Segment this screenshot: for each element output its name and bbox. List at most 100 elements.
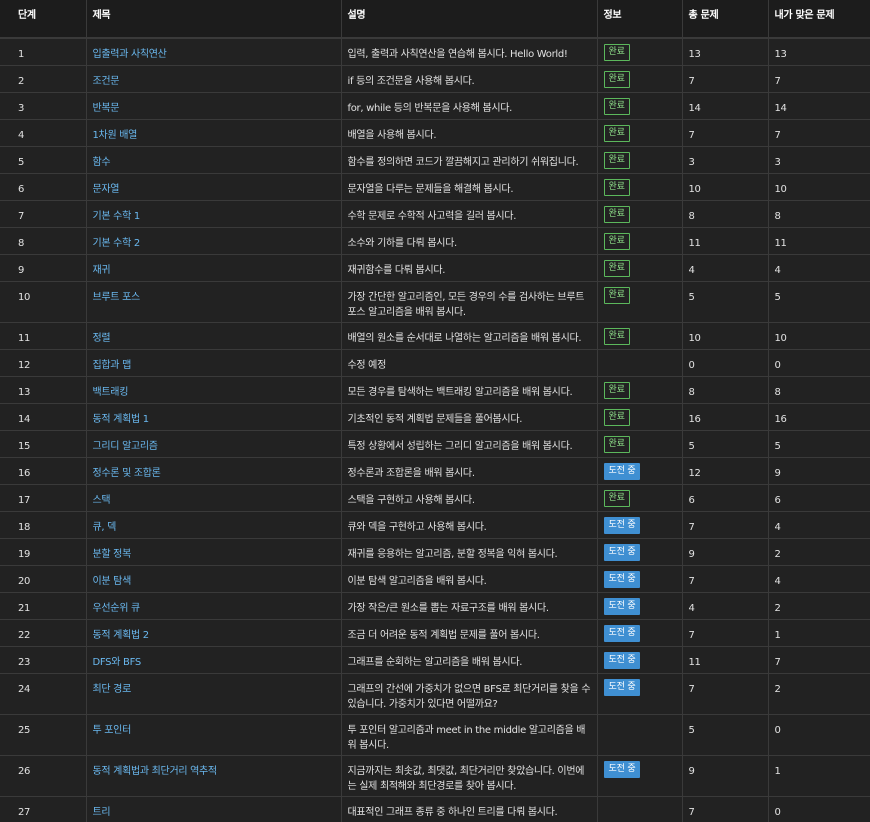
step-title-cell: 동적 계획법과 최단거리 역추적 bbox=[86, 755, 342, 797]
step-description: 배열의 원소를 순서대로 나열하는 알고리즘을 배워 봅시다. bbox=[341, 322, 598, 350]
header-step: 단계 bbox=[0, 0, 87, 39]
solved-problems: 4 bbox=[768, 254, 870, 282]
step-status: 도전 중 bbox=[597, 538, 683, 566]
step-title-cell: 입출력과 사칙연산 bbox=[86, 38, 342, 66]
step-title-link[interactable]: 동적 계획법 1 bbox=[93, 414, 150, 425]
status-badge-trying: 도전 중 bbox=[603, 624, 641, 642]
step-title-link[interactable]: DFS와 BFS bbox=[93, 657, 142, 668]
step-title-link[interactable]: 스택 bbox=[93, 495, 111, 506]
step-number: 24 bbox=[0, 673, 87, 715]
step-title-link[interactable]: 조건문 bbox=[93, 76, 120, 87]
step-title-link[interactable]: 동적 계획법 2 bbox=[93, 630, 150, 641]
step-title-cell: 투 포인터 bbox=[86, 714, 342, 756]
step-title-cell: 브루트 포스 bbox=[86, 281, 342, 323]
table-row: 11 정렬 배열의 원소를 순서대로 나열하는 알고리즘을 배워 봅시다. 완료 10 1… bbox=[0, 322, 870, 350]
step-number: 19 bbox=[0, 538, 87, 566]
step-number: 2 bbox=[0, 65, 87, 93]
step-title-cell: 동적 계획법 2 bbox=[86, 619, 342, 647]
solved-problems: 2 bbox=[768, 592, 870, 620]
table-row: 19 분할 정복 재귀를 응용하는 알고리즘, 분할 정복을 익혀 봅시다. 도전 중… bbox=[0, 538, 870, 566]
status-badge-done: 완료 bbox=[603, 232, 630, 250]
step-title-link[interactable]: 정렬 bbox=[93, 333, 111, 344]
step-number: 20 bbox=[0, 565, 87, 593]
step-title-link[interactable]: 동적 계획법과 최단거리 역추적 bbox=[93, 766, 218, 777]
status-badge-done: 완료 bbox=[603, 44, 630, 61]
solved-problems: 1 bbox=[768, 619, 870, 647]
solved-problems: 4 bbox=[768, 565, 870, 593]
step-number: 16 bbox=[0, 457, 87, 485]
step-description: 큐와 덱을 구현하고 사용해 봅시다. bbox=[341, 511, 598, 539]
total-problems: 11 bbox=[682, 227, 769, 255]
step-title-link[interactable]: 집합과 맵 bbox=[93, 360, 132, 371]
step-title-link[interactable]: 1차원 배열 bbox=[93, 130, 138, 141]
step-title-link[interactable]: 문자열 bbox=[93, 184, 120, 195]
step-title-link[interactable]: 투 포인터 bbox=[93, 725, 132, 736]
total-problems: 9 bbox=[682, 755, 769, 797]
step-title-cell: 최단 경로 bbox=[86, 673, 342, 715]
step-title-link[interactable]: 우선순위 큐 bbox=[93, 603, 141, 614]
step-title-link[interactable]: 트리 bbox=[93, 807, 111, 818]
solved-problems: 0 bbox=[768, 714, 870, 756]
table-body: 1 입출력과 사칙연산 입력, 출력과 사칙연산을 연습해 봅시다. Hello W… bbox=[0, 38, 870, 822]
solved-problems: 1 bbox=[768, 755, 870, 797]
step-description: 그래프의 간선에 가중치가 없으면 BFS로 최단거리를 찾을 수 있습니다. … bbox=[341, 673, 598, 715]
step-status: 완료 bbox=[597, 146, 683, 174]
status-badge-done: 완료 bbox=[603, 435, 630, 453]
step-number: 3 bbox=[0, 92, 87, 120]
total-problems: 10 bbox=[682, 173, 769, 201]
step-title-link[interactable]: 최단 경로 bbox=[93, 684, 132, 695]
step-title-cell: 정수론 및 조합론 bbox=[86, 457, 342, 485]
step-title-link[interactable]: 기본 수학 2 bbox=[93, 238, 141, 249]
total-problems: 6 bbox=[682, 484, 769, 512]
step-title-link[interactable]: 기본 수학 1 bbox=[93, 211, 141, 222]
total-problems: 5 bbox=[682, 281, 769, 323]
status-badge-trying: 도전 중 bbox=[603, 597, 641, 615]
step-description: 재귀함수를 다뤄 봅시다. bbox=[341, 254, 598, 282]
step-title-link[interactable]: 재귀 bbox=[93, 265, 111, 276]
step-number: 12 bbox=[0, 349, 87, 377]
step-description: 가장 간단한 알고리즘인, 모든 경우의 수를 검사하는 브루트 포스 알고리즘… bbox=[341, 281, 598, 323]
total-problems: 7 bbox=[682, 619, 769, 647]
step-number: 13 bbox=[0, 376, 87, 404]
step-title-cell: 정렬 bbox=[86, 322, 342, 350]
step-title-link[interactable]: 브루트 포스 bbox=[93, 292, 141, 303]
step-status: 완료 bbox=[597, 65, 683, 93]
total-problems: 8 bbox=[682, 200, 769, 228]
total-problems: 7 bbox=[682, 565, 769, 593]
step-title-link[interactable]: 큐, 덱 bbox=[93, 522, 117, 533]
total-problems: 13 bbox=[682, 38, 769, 66]
table-row: 8 기본 수학 2 소수와 기하를 다뤄 봅시다. 완료 11 11 bbox=[0, 227, 870, 255]
step-status bbox=[597, 714, 683, 756]
step-description: 수학 문제로 수학적 사고력을 길러 봅시다. bbox=[341, 200, 598, 228]
step-title-link[interactable]: 함수 bbox=[93, 157, 111, 168]
table-row: 21 우선순위 큐 가장 작은/큰 원소를 뽑는 자료구조를 배워 봅시다. 도전 중… bbox=[0, 592, 870, 620]
step-number: 6 bbox=[0, 173, 87, 201]
step-number: 23 bbox=[0, 646, 87, 674]
step-description: 조금 더 어려운 동적 계획법 문제를 풀어 봅시다. bbox=[341, 619, 598, 647]
step-number: 27 bbox=[0, 796, 87, 822]
solved-problems: 4 bbox=[768, 511, 870, 539]
solved-problems: 0 bbox=[768, 796, 870, 822]
total-problems: 7 bbox=[682, 673, 769, 715]
total-problems: 4 bbox=[682, 254, 769, 282]
table-row: 5 함수 함수를 정의하면 코드가 깔끔해지고 관리하기 쉬워집니다. 완료 3 3 bbox=[0, 146, 870, 174]
step-title-cell: 스택 bbox=[86, 484, 342, 512]
status-badge-trying: 도전 중 bbox=[603, 516, 641, 534]
step-title-link[interactable]: 이분 탐색 bbox=[93, 576, 132, 587]
step-title-link[interactable]: 분할 정복 bbox=[93, 549, 132, 560]
step-number: 4 bbox=[0, 119, 87, 147]
table-row: 20 이분 탐색 이분 탐색 알고리즘을 배워 봅시다. 도전 중 74 bbox=[0, 565, 870, 593]
step-title-link[interactable]: 백트래킹 bbox=[93, 387, 129, 398]
step-title-link[interactable]: 그리디 알고리즘 bbox=[93, 441, 158, 452]
step-title-link[interactable]: 입출력과 사칙연산 bbox=[93, 49, 167, 60]
step-description: 수정 예정 bbox=[341, 349, 598, 377]
step-description: if 등의 조건문을 사용해 봅시다. bbox=[341, 65, 598, 93]
step-title-cell: 반복문 bbox=[86, 92, 342, 120]
solved-problems: 0 bbox=[768, 349, 870, 377]
step-title-link[interactable]: 반복문 bbox=[93, 103, 120, 114]
step-title-link[interactable]: 정수론 및 조합론 bbox=[93, 468, 161, 479]
status-badge-trying: 도전 중 bbox=[603, 651, 641, 669]
step-status: 완료 bbox=[597, 322, 683, 350]
step-title-cell: 문자열 bbox=[86, 173, 342, 201]
step-status: 도전 중 bbox=[597, 592, 683, 620]
